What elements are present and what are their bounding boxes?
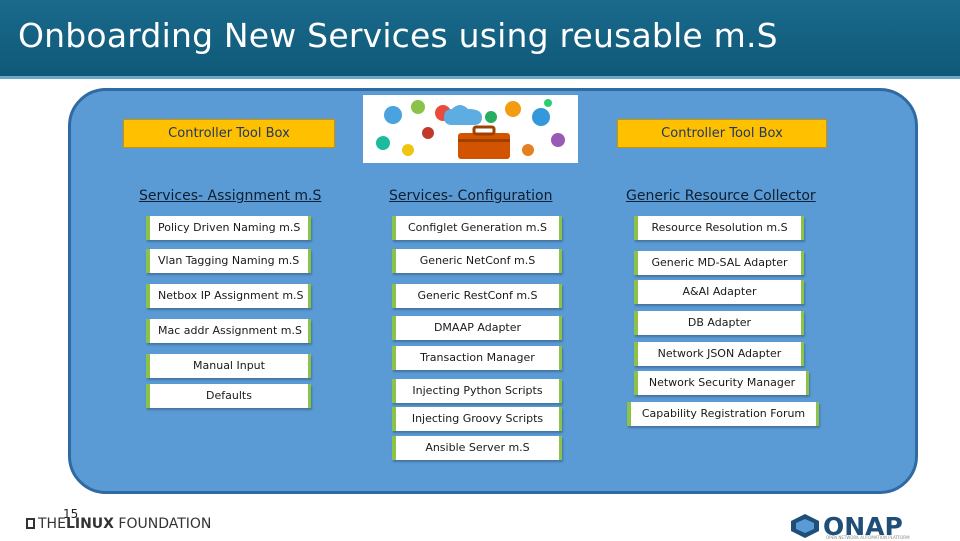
page-title: Onboarding New Services using reusable m… <box>18 16 778 55</box>
configuration-item: Injecting Groovy Scripts <box>392 407 562 431</box>
assignment-item: Policy Driven Naming m.S <box>146 216 311 240</box>
configuration-heading: Services- Configuration <box>389 188 553 204</box>
resource-item: DB Adapter <box>634 311 804 335</box>
configuration-item: Ansible Server m.S <box>392 436 562 460</box>
assignment-item: Manual Input <box>146 354 311 378</box>
configuration-item: Transaction Manager <box>392 346 562 370</box>
linux-the: THE <box>38 516 66 532</box>
configuration-item: Configlet Generation m.S <box>392 216 562 240</box>
resource-item: Resource Resolution m.S <box>634 216 804 240</box>
title-bar: Onboarding New Services using reusable m… <box>0 0 960 76</box>
configuration-item: Injecting Python Scripts <box>392 379 562 403</box>
title-divider <box>0 76 960 79</box>
assignment-item: Vlan Tagging Naming m.S <box>146 249 311 273</box>
configuration-item: Generic RestConf m.S <box>392 284 562 308</box>
toolbox-illustration <box>363 95 578 163</box>
assignment-item: Netbox IP Assignment m.S <box>146 284 311 308</box>
linux-foundation-logo: THELINUX FOUNDATION <box>26 516 211 532</box>
resource-item: Network Security Manager <box>634 371 809 395</box>
resource-item: Network JSON Adapter <box>634 342 804 366</box>
onap-tagline: OPEN NETWORK AUTOMATION PLATFORM <box>826 535 910 540</box>
resource-item: A&AI Adapter <box>634 280 804 304</box>
linux-bold: LINUX <box>65 516 114 532</box>
configuration-item: DMAAP Adapter <box>392 316 562 340</box>
toolbox-icon <box>376 99 565 159</box>
onap-mark-icon <box>791 514 819 538</box>
linux-rest: FOUNDATION <box>113 516 212 532</box>
controller-toolbox-right: Controller Tool Box <box>617 119 827 148</box>
assignment-heading: Services- Assignment m.S <box>139 188 322 204</box>
controller-toolbox-left: Controller Tool Box <box>123 119 335 148</box>
resource-item: Generic MD-SAL Adapter <box>634 251 804 275</box>
assignment-item: Mac addr Assignment m.S <box>146 319 311 343</box>
resource-heading: Generic Resource Collector <box>626 188 816 204</box>
configuration-item: Generic NetConf m.S <box>392 249 562 273</box>
assignment-item: Defaults <box>146 384 311 408</box>
resource-item: Capability Registration Forum <box>627 402 819 426</box>
linux-foundation-mark-icon <box>26 518 35 529</box>
